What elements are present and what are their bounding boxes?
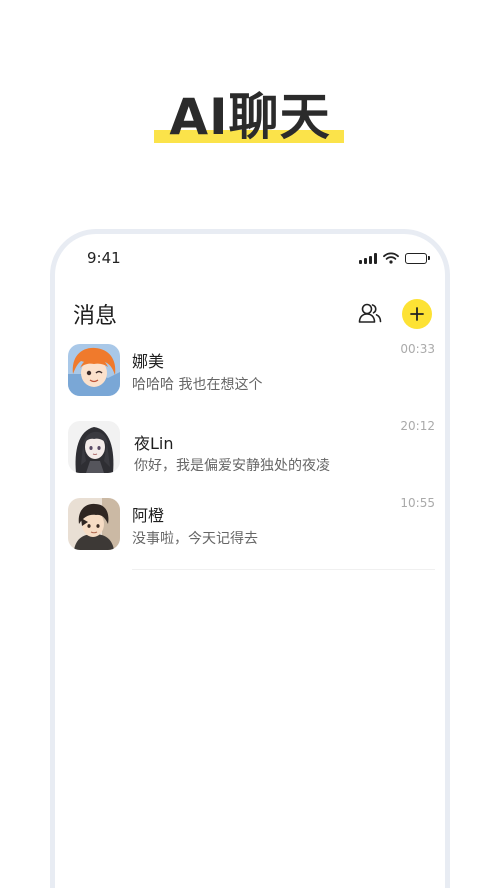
chat-time: 10:55 [400,496,435,510]
avatar [68,344,120,396]
chat-preview: 你好，我是偏爱安静独处的夜凌 [134,458,330,474]
chat-preview: 没事啦，今天记得去 [132,531,258,547]
status-bar: 9:41 [55,234,445,284]
messages-header: 消息 [55,294,445,334]
chat-name: 夜Lin [134,434,174,453]
status-time: 9:41 [87,249,121,267]
chat-item-yelin[interactable]: 夜Lin 你好，我是偏爱安静独处的夜凌 20:12 [55,419,445,498]
chat-time: 20:12 [400,419,435,433]
chat-preview: 哈哈哈 我也在想这个 [132,377,263,393]
avatar [68,498,120,550]
contacts-icon[interactable] [357,300,383,326]
list-divider [132,569,435,570]
chat-list: 娜美 哈哈哈 我也在想这个 00:33 夜Lin 你好，我是偏爱安静独处的夜凌 … [55,342,445,575]
avatar [68,421,120,473]
signal-icon [359,252,377,264]
phone-frame: 9:41 消息 娜美 哈哈哈 我也在想这个 00:33 夜Lin 你好，我是偏爱… [50,229,450,888]
page-title: 消息 [73,304,118,329]
add-chat-button[interactable] [402,299,432,329]
chat-item-acheng[interactable]: 阿橙 没事啦，今天记得去 10:55 [55,496,445,575]
wifi-icon [383,252,399,264]
plus-icon [410,307,424,321]
chat-item-namei[interactable]: 娜美 哈哈哈 我也在想这个 00:33 [55,342,445,421]
status-icons [359,252,430,264]
chat-time: 00:33 [400,342,435,356]
chat-name: 娜美 [132,352,165,371]
chat-name: 阿橙 [132,506,165,525]
promo-headline: AI聊天 [0,82,500,152]
headline-title: AI聊天 [169,88,331,146]
battery-icon [405,252,430,264]
